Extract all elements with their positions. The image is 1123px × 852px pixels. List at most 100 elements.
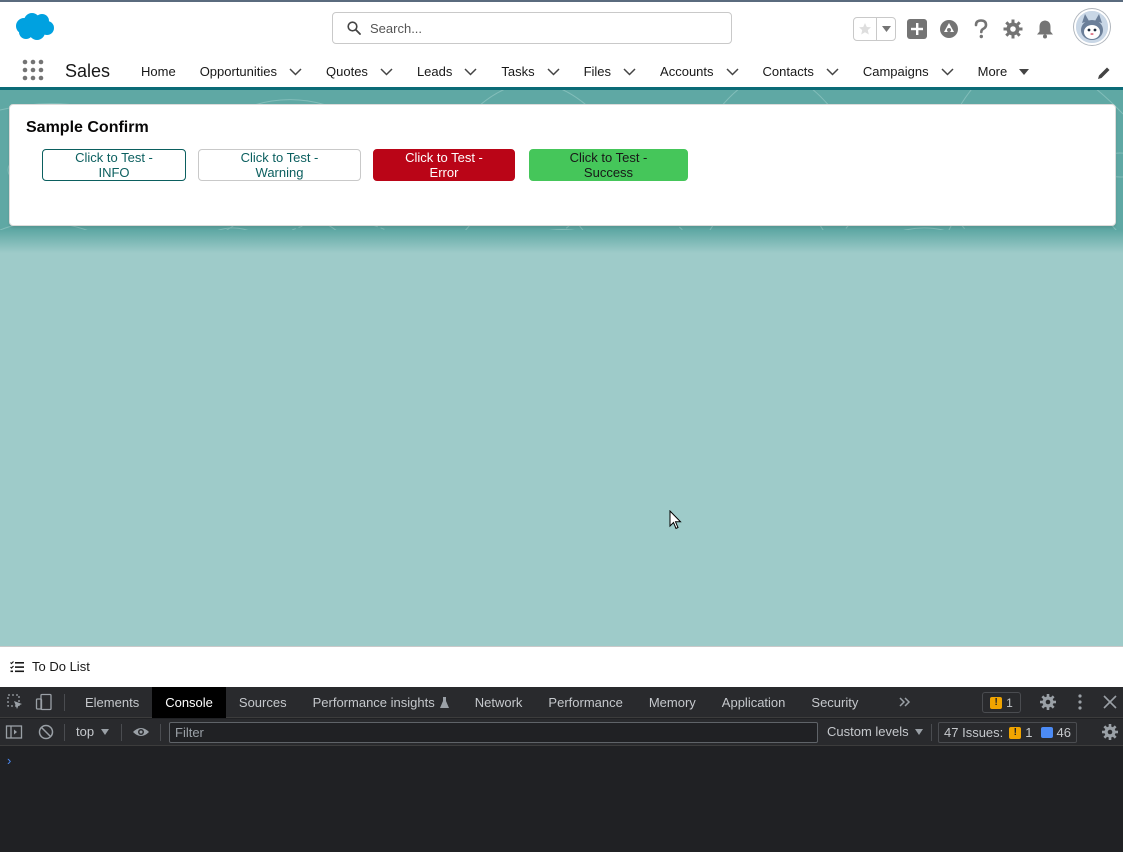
test-warning-button[interactable]: Click to Test - Warning (198, 149, 361, 181)
utility-item-to-do-list[interactable]: To Do List (10, 659, 90, 674)
global-header (0, 0, 1123, 55)
chevron-down-icon[interactable] (547, 67, 560, 76)
nav-item-files[interactable]: Files (572, 55, 648, 88)
sidebar-toggle-icon[interactable] (5, 723, 23, 741)
nav-item-contacts[interactable]: Contacts (751, 55, 851, 88)
toolbar-divider (121, 724, 122, 741)
search-icon (347, 21, 361, 35)
message-icon (1040, 727, 1053, 738)
gear-icon (1003, 19, 1023, 39)
tab-label: Performance insights (312, 695, 435, 710)
app-name: Sales (65, 61, 111, 81)
issues-counter[interactable]: 47 Issues: ! 1 46 (938, 722, 1077, 743)
chevron-down-icon (881, 26, 891, 32)
notifications-button[interactable] (1029, 14, 1061, 44)
issues-badge-count: 1 (1006, 695, 1013, 710)
nav-item-leads[interactable]: Leads (405, 55, 489, 88)
card-title: Sample Confirm (26, 119, 149, 136)
setup-button[interactable] (997, 14, 1029, 44)
console-settings-icon[interactable] (1101, 723, 1119, 741)
salesforce-logo[interactable] (13, 12, 55, 42)
astro-avatar-icon (1076, 11, 1108, 43)
avatar[interactable] (1074, 9, 1110, 45)
more-tabs-icon[interactable] (896, 693, 914, 711)
trailhead-button[interactable] (933, 14, 965, 44)
console-toolbar: top Custom levels 47 Issues: ! 1 46 (0, 719, 1123, 746)
test-error-button[interactable]: Click to Test - Error (373, 149, 515, 181)
log-levels-dropdown[interactable]: Custom levels (827, 724, 923, 739)
tab-elements[interactable]: Elements (72, 687, 152, 718)
warning-icon: ! (990, 696, 1003, 709)
chevron-down-icon[interactable] (623, 67, 636, 76)
toolbar-divider (64, 694, 65, 711)
tab-performance[interactable]: Performance (535, 687, 635, 718)
toolbar-divider (931, 724, 932, 741)
console-prompt[interactable]: › (7, 753, 11, 768)
test-success-button[interactable]: Click to Test - Success (529, 149, 688, 181)
help-button[interactable] (965, 14, 997, 44)
nav-item-campaigns[interactable]: Campaigns (851, 55, 966, 88)
tab-network[interactable]: Network (462, 687, 536, 718)
tab-security[interactable]: Security (798, 687, 871, 718)
tab-application[interactable]: Application (709, 687, 799, 718)
global-search[interactable] (332, 12, 732, 44)
favorites-menu-button[interactable] (877, 18, 895, 40)
toolbar-divider (160, 724, 161, 741)
device-toolbar-icon[interactable] (35, 693, 53, 711)
chevron-down-icon[interactable] (941, 67, 954, 76)
context-value: top (76, 724, 95, 739)
experiment-beaker-icon (439, 697, 449, 708)
nav-item-tasks[interactable]: Tasks (489, 55, 571, 88)
chevron-down-icon[interactable] (826, 67, 839, 76)
list-icon (10, 660, 24, 672)
tab-sources[interactable]: Sources (226, 687, 300, 718)
pencil-icon[interactable] (1097, 66, 1111, 80)
warning-icon: ! (1009, 726, 1022, 739)
clear-console-icon[interactable] (37, 723, 55, 741)
nav-item-accounts[interactable]: Accounts (648, 55, 750, 88)
gear-icon[interactable] (1039, 693, 1057, 711)
tab-memory[interactable]: Memory (636, 687, 709, 718)
close-icon[interactable] (1101, 693, 1119, 711)
sample-confirm-card: Sample Confirm Click to Test - INFO Clic… (9, 104, 1116, 226)
chevron-down-icon[interactable] (289, 67, 302, 76)
console-filter-input[interactable] (169, 722, 818, 743)
nav-item-label: Home (141, 64, 176, 79)
nav-item-opportunities[interactable]: Opportunities (188, 55, 314, 88)
nav-items: Home Opportunities Quotes Leads Tasks Fi… (129, 55, 1041, 88)
kebab-menu-icon[interactable] (1071, 693, 1089, 711)
issues-warning-count: 1 (1025, 725, 1033, 740)
test-info-button[interactable]: Click to Test - INFO (42, 149, 186, 181)
nav-item-home[interactable]: Home (129, 55, 188, 88)
chevron-down-icon[interactable] (380, 67, 393, 76)
trailhead-icon (940, 20, 958, 38)
chevron-down-icon[interactable] (464, 67, 477, 76)
favorites-button[interactable] (854, 18, 878, 40)
pattern-fade (0, 230, 1123, 253)
app-navigation: Sales Home Opportunities Quotes Leads Ta… (0, 55, 1123, 90)
help-icon (974, 19, 988, 39)
nav-item-label: More (977, 64, 1008, 79)
context-selector[interactable]: top (76, 724, 110, 739)
add-icon (907, 19, 927, 39)
caret-down-icon (914, 728, 923, 735)
chevron-down-icon[interactable] (726, 67, 739, 76)
nav-item-quotes[interactable]: Quotes (314, 55, 405, 88)
mouse-cursor-icon (669, 510, 682, 530)
issues-badge[interactable]: ! 1 (982, 692, 1021, 713)
global-actions-button[interactable] (901, 14, 933, 44)
bell-icon (1037, 20, 1053, 39)
eye-icon[interactable] (132, 723, 150, 741)
nav-item-more[interactable]: More (966, 55, 1042, 88)
inspect-element-icon[interactable] (6, 693, 24, 711)
nav-item-label: Files (583, 64, 612, 79)
nav-item-label: Contacts (762, 64, 814, 79)
tab-console[interactable]: Console (152, 687, 226, 718)
app-launcher-icon[interactable] (22, 59, 44, 81)
nav-item-label: Opportunities (199, 64, 278, 79)
nav-item-label: Leads (416, 64, 453, 79)
tab-performance-insights[interactable]: Performance insights (300, 687, 462, 718)
button-row: Click to Test - INFO Click to Test - War… (42, 149, 700, 181)
devtools-panel: Elements Console Sources Performance ins… (0, 687, 1123, 852)
search-input[interactable] (370, 20, 700, 36)
